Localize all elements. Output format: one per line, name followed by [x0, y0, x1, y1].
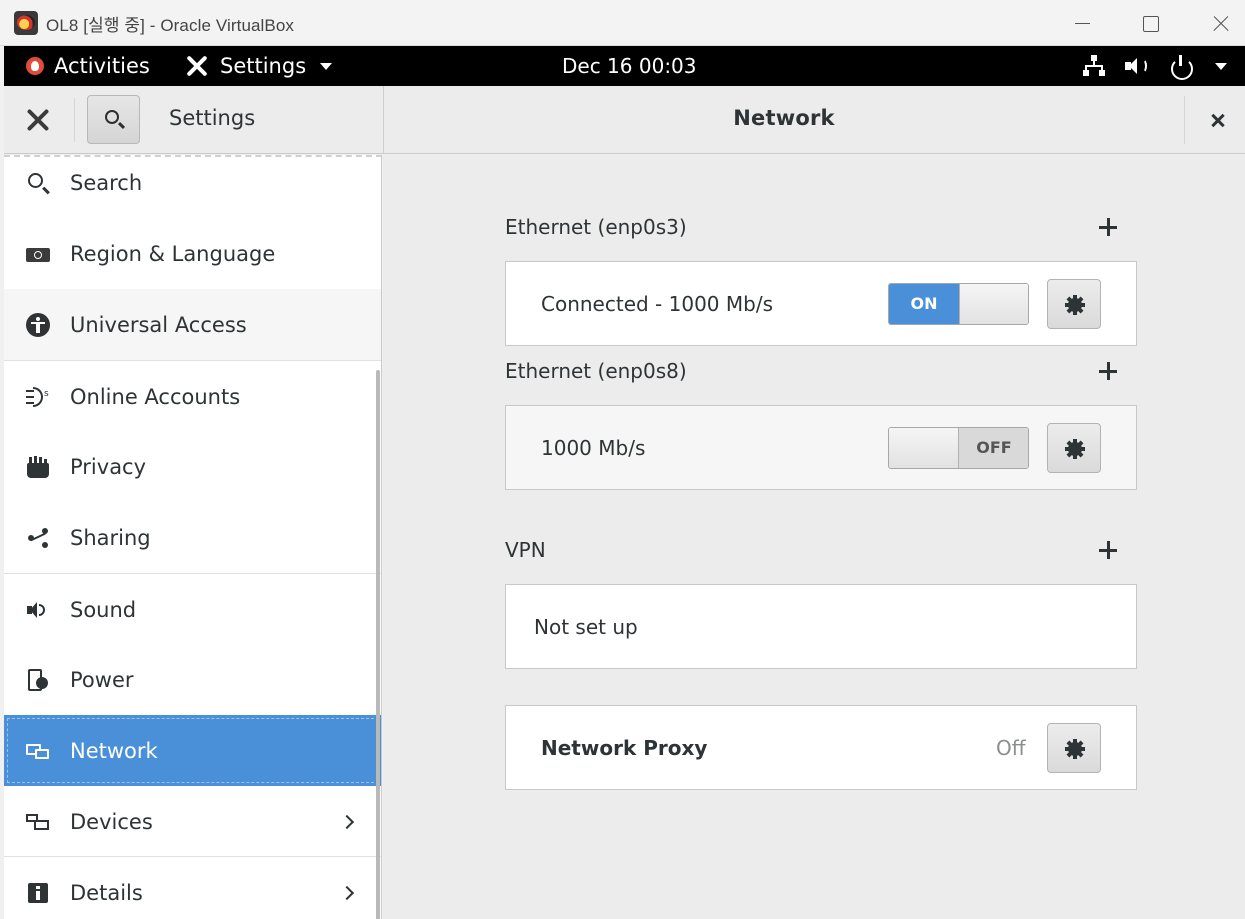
power-plug-icon [26, 668, 50, 692]
sidebar-item-label: Online Accounts [70, 384, 241, 409]
sidebar-item-label: Sharing [70, 525, 151, 550]
app-menu-button[interactable]: Settings [184, 52, 333, 80]
system-status-area[interactable] [1083, 52, 1227, 80]
ethernet1-card: Connected - 1000 Mb/s ON [505, 261, 1137, 346]
sidebar-item-label: Details [70, 880, 143, 905]
activities-button[interactable]: Activities [26, 52, 150, 80]
ethernet1-toggle[interactable]: ON [888, 283, 1029, 325]
close-window-button[interactable] [1200, 6, 1240, 40]
network-icon [26, 739, 50, 763]
close-icon[interactable] [1204, 106, 1232, 134]
sidebar-item-sound[interactable]: Sound [4, 574, 381, 645]
activities-label: Activities [54, 54, 150, 78]
vpn-card: Not set up [505, 584, 1137, 669]
host-window-title: OL8 [실행 중] - Oracle VirtualBox [46, 16, 295, 35]
settings-sidebar: Search Region & Language Universal Acces… [4, 155, 382, 919]
gnome-top-bar: Activities Settings Dec 16 00:03 [4, 46, 1245, 86]
sidebar-item-label: Region & Language [70, 241, 276, 266]
add-icon[interactable] [1099, 217, 1119, 237]
clock[interactable]: Dec 16 00:03 [562, 52, 697, 80]
gear-icon [1060, 734, 1090, 764]
sidebar-item-label: Network [70, 738, 158, 763]
maximize-button[interactable] [1130, 6, 1170, 40]
ethernet2-title: Ethernet (enp0s8) [505, 359, 687, 383]
sidebar-item-region[interactable]: Region & Language [4, 218, 381, 289]
app-menu-label: Settings [220, 54, 307, 78]
sidebar-scrollbar[interactable] [376, 370, 380, 919]
ethernet2-card: 1000 Mb/s OFF [505, 405, 1137, 490]
sidebar-item-label: Universal Access [70, 312, 247, 337]
network-proxy-status: Off [996, 736, 1026, 760]
search-icon [26, 171, 50, 195]
sidebar-item-label: Privacy [70, 454, 147, 479]
ethernet1-title: Ethernet (enp0s3) [505, 215, 687, 239]
chevron-down-icon [320, 62, 333, 70]
devices-icon [26, 810, 50, 834]
sidebar-item-online-accounts[interactable]: s Online Accounts [4, 361, 381, 432]
vpn-status: Not set up [534, 615, 638, 639]
activities-icon [26, 57, 44, 75]
chevron-right-icon [339, 814, 355, 829]
wired-network-icon [1083, 55, 1105, 77]
ethernet1-settings-button[interactable] [1047, 279, 1101, 329]
search-button[interactable] [87, 95, 140, 144]
ethernet2-settings-button[interactable] [1047, 423, 1101, 473]
sidebar-item-label: Power [70, 667, 134, 692]
sidebar-item-network[interactable]: Network [4, 715, 381, 786]
sidebar-header: Settings [4, 86, 384, 154]
header-separator [74, 98, 75, 142]
page-title: Network [733, 106, 835, 130]
toggle-knob [889, 428, 959, 468]
share-icon [26, 526, 50, 550]
virtualbox-app-icon [14, 11, 38, 35]
gear-icon [1060, 434, 1090, 464]
sidebar-item-details[interactable]: Details [4, 857, 381, 919]
universal-access-icon [26, 313, 50, 337]
settings-title: Settings [169, 106, 256, 130]
toggle-off-label: OFF [959, 428, 1028, 468]
sidebar-item-label: Search [70, 170, 143, 195]
minimize-button[interactable] [1062, 6, 1102, 40]
toggle-on-label: ON [889, 284, 959, 324]
sidebar-item-label: Devices [70, 809, 153, 834]
volume-icon [1125, 56, 1149, 76]
network-proxy-card[interactable]: Network Proxy Off [505, 705, 1137, 790]
settings-tools-icon [184, 53, 210, 79]
sidebar-item-devices[interactable]: Devices [4, 786, 381, 857]
network-proxy-settings-button[interactable] [1047, 723, 1101, 773]
host-window-titlebar: OL8 [실행 중] - Oracle VirtualBox [0, 0, 1245, 46]
sidebar-item-power[interactable]: Power [4, 644, 381, 715]
gear-icon [1060, 290, 1090, 320]
settings-tools-icon [24, 106, 52, 134]
network-panel: Ethernet (enp0s3) Connected - 1000 Mb/s … [383, 155, 1245, 919]
search-icon [105, 110, 119, 124]
sidebar-item-sharing[interactable]: Sharing [4, 502, 381, 573]
sidebar-item-universal-access[interactable]: Universal Access [4, 289, 381, 360]
online-accounts-icon: s [26, 385, 50, 409]
settings-header-bar: Settings Network [4, 86, 1245, 154]
power-icon [1169, 55, 1193, 80]
privacy-hand-icon [26, 455, 50, 479]
toggle-knob [959, 284, 1028, 324]
chevron-down-icon [1215, 62, 1227, 70]
add-icon[interactable] [1099, 361, 1119, 381]
add-icon[interactable] [1099, 540, 1119, 560]
network-proxy-title: Network Proxy [541, 736, 708, 760]
sidebar-item-label: Sound [70, 597, 137, 622]
vpn-title: VPN [505, 538, 546, 562]
ethernet1-status: Connected - 1000 Mb/s [541, 292, 773, 316]
speaker-icon [26, 598, 50, 622]
ethernet2-status: 1000 Mb/s [541, 436, 646, 460]
header-separator [1184, 96, 1185, 144]
info-icon [26, 881, 50, 905]
sidebar-item-privacy[interactable]: Privacy [4, 431, 381, 502]
chevron-right-icon [339, 885, 355, 900]
ethernet2-toggle[interactable]: OFF [888, 427, 1029, 469]
sidebar-item-search[interactable]: Search [4, 155, 381, 218]
region-icon [26, 244, 50, 268]
